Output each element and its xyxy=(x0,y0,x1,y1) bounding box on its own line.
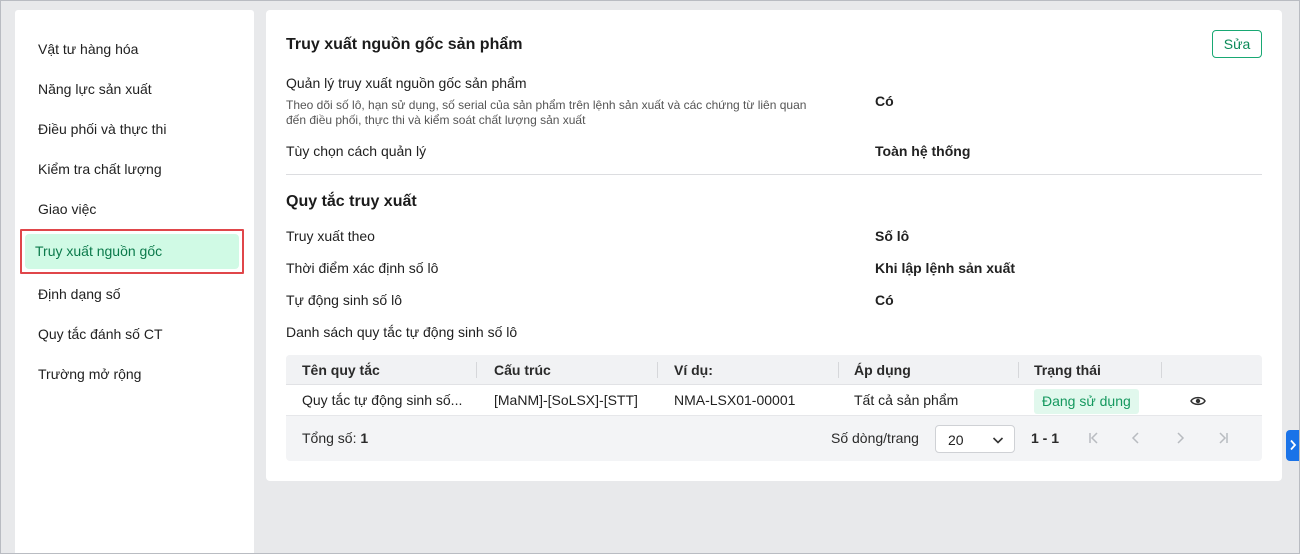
next-page-icon[interactable] xyxy=(1173,431,1187,445)
rule-label-auto-lot: Tự động sinh số lô xyxy=(286,292,402,308)
cell-structure: [MaNM]-[SoLSX]-[STT] xyxy=(494,392,638,408)
rows-per-page-value: 20 xyxy=(948,432,964,448)
column-header-example: Ví dụ: xyxy=(674,362,713,378)
table-footer: Tổng số: 1 Số dòng/trang 20 1 - 1 xyxy=(286,416,1262,461)
setting-value-manage-option: Toàn hệ thống xyxy=(875,143,971,159)
total-count: Tổng số: 1 xyxy=(302,430,368,446)
sidebar: Vật tư hàng hóa Năng lực sản xuất Điều p… xyxy=(15,10,254,554)
sidebar-item-materials[interactable]: Vật tư hàng hóa xyxy=(15,29,254,69)
sidebar-item-traceability[interactable]: Truy xuất nguồn gốc xyxy=(25,234,239,269)
rows-per-page-select[interactable]: 20 xyxy=(935,425,1015,453)
column-header-structure: Cấu trúc xyxy=(494,362,551,378)
list-title: Danh sách quy tắc tự động sinh số lô xyxy=(286,324,518,340)
column-separator xyxy=(838,362,839,378)
page-title: Truy xuất nguồn gốc sản phẩm xyxy=(286,36,523,53)
page-range: 1 - 1 xyxy=(1031,430,1060,446)
edit-button[interactable]: Sửa xyxy=(1212,30,1262,58)
column-header-apply: Áp dụng xyxy=(854,362,911,378)
rule-label-lot-time: Thời điểm xác định số lô xyxy=(286,260,439,276)
table-row[interactable]: Quy tắc tự động sinh số... [MaNM]-[SoLSX… xyxy=(286,385,1262,416)
column-separator xyxy=(1018,362,1019,378)
last-page-icon[interactable] xyxy=(1216,431,1230,445)
sidebar-item-doc-numbering[interactable]: Quy tắc đánh số CT xyxy=(15,314,254,354)
chevron-right-icon xyxy=(1290,439,1297,451)
status-badge: Đang sử dụng xyxy=(1034,389,1139,414)
setting-label-manage-option: Tùy chọn cách quản lý xyxy=(286,143,427,159)
sidebar-item-tasks[interactable]: Giao việc xyxy=(15,189,254,229)
sidebar-item-dispatch[interactable]: Điều phối và thực thi xyxy=(15,109,254,149)
rule-value-auto-lot: Có xyxy=(875,292,894,308)
sidebar-item-number-format[interactable]: Định dạng số xyxy=(15,274,254,314)
rules-title: Quy tắc truy xuất xyxy=(286,193,417,210)
table-header: Tên quy tắc Cấu trúc Ví dụ: Áp dụng Trạn… xyxy=(286,355,1262,385)
total-label: Tổng số: xyxy=(302,430,357,446)
rule-label-trace-by: Truy xuất theo xyxy=(286,228,375,244)
eye-icon[interactable] xyxy=(1190,393,1206,409)
sidebar-item-capacity[interactable]: Năng lực sản xuất xyxy=(15,69,254,109)
section-divider xyxy=(286,174,1262,175)
setting-label-traceability: Quản lý truy xuất nguồn gốc sản phẩm xyxy=(286,75,527,91)
setting-value-traceability: Có xyxy=(875,93,894,109)
column-header-name: Tên quy tắc xyxy=(302,362,380,378)
cell-name: Quy tắc tự động sinh số... xyxy=(302,392,463,408)
first-page-icon[interactable] xyxy=(1087,431,1101,445)
column-header-status: Trạng thái xyxy=(1034,362,1101,378)
rule-value-lot-time: Khi lập lệnh sản xuất xyxy=(875,260,1016,276)
rows-per-page-label: Số dòng/trang xyxy=(831,430,919,446)
chevron-down-icon xyxy=(992,437,1004,444)
column-separator xyxy=(1161,362,1162,378)
cell-apply: Tất cả sản phẩm xyxy=(854,392,959,408)
sidebar-item-traceability-highlight: Truy xuất nguồn gốc xyxy=(20,229,244,274)
sidebar-item-custom-fields[interactable]: Trường mở rộng xyxy=(15,354,254,394)
rules-table: Tên quy tắc Cấu trúc Ví dụ: Áp dụng Trạn… xyxy=(286,355,1262,461)
expand-panel-handle[interactable] xyxy=(1286,430,1300,461)
cell-example: NMA-LSX01-00001 xyxy=(674,392,796,408)
sidebar-item-quality[interactable]: Kiểm tra chất lượng xyxy=(15,149,254,189)
main-panel: Truy xuất nguồn gốc sản phẩm Sửa Quản lý… xyxy=(266,10,1282,481)
total-value: 1 xyxy=(360,430,369,446)
prev-page-icon[interactable] xyxy=(1129,431,1143,445)
rule-value-trace-by: Số lô xyxy=(875,228,910,244)
setting-description-traceability: Theo dõi số lô, hạn sử dụng, số serial c… xyxy=(286,98,807,127)
column-separator xyxy=(476,362,477,378)
column-separator xyxy=(657,362,658,378)
